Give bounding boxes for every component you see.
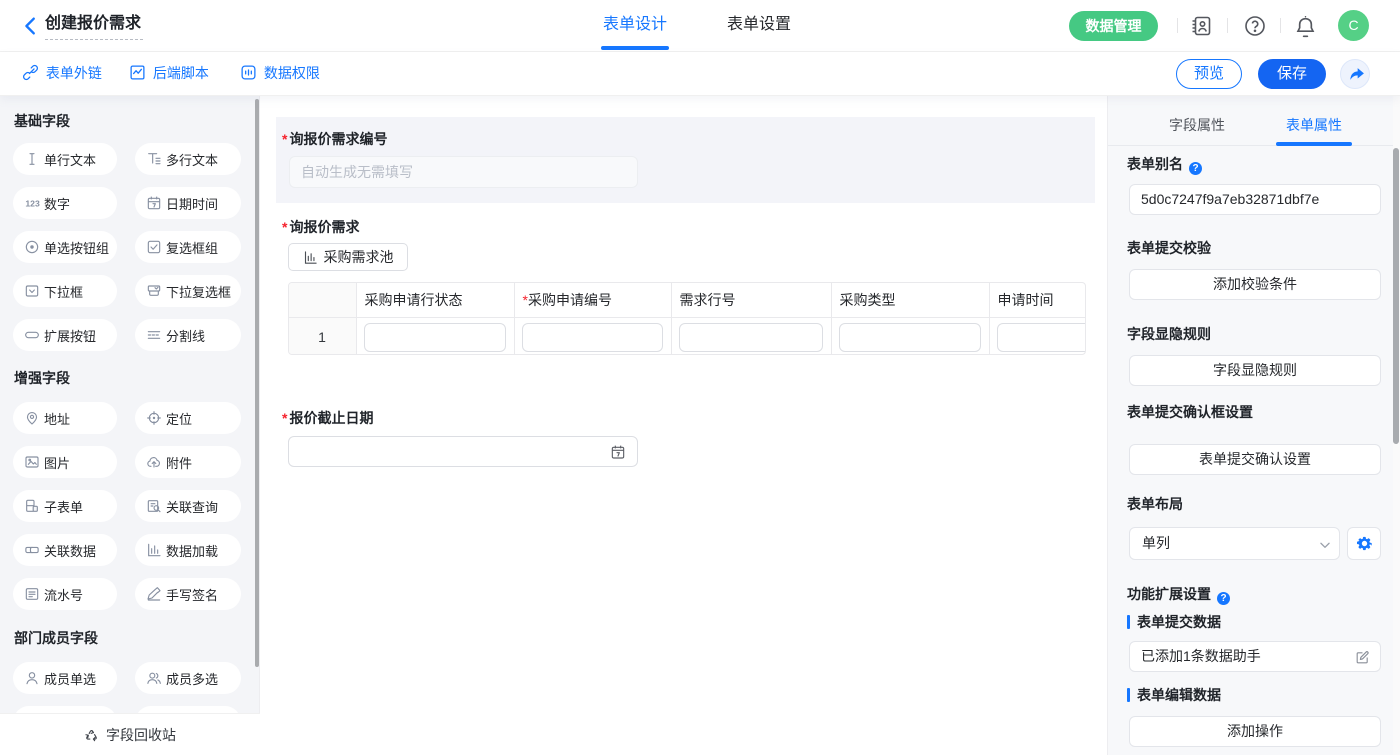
svg-text:123: 123 bbox=[25, 198, 40, 208]
